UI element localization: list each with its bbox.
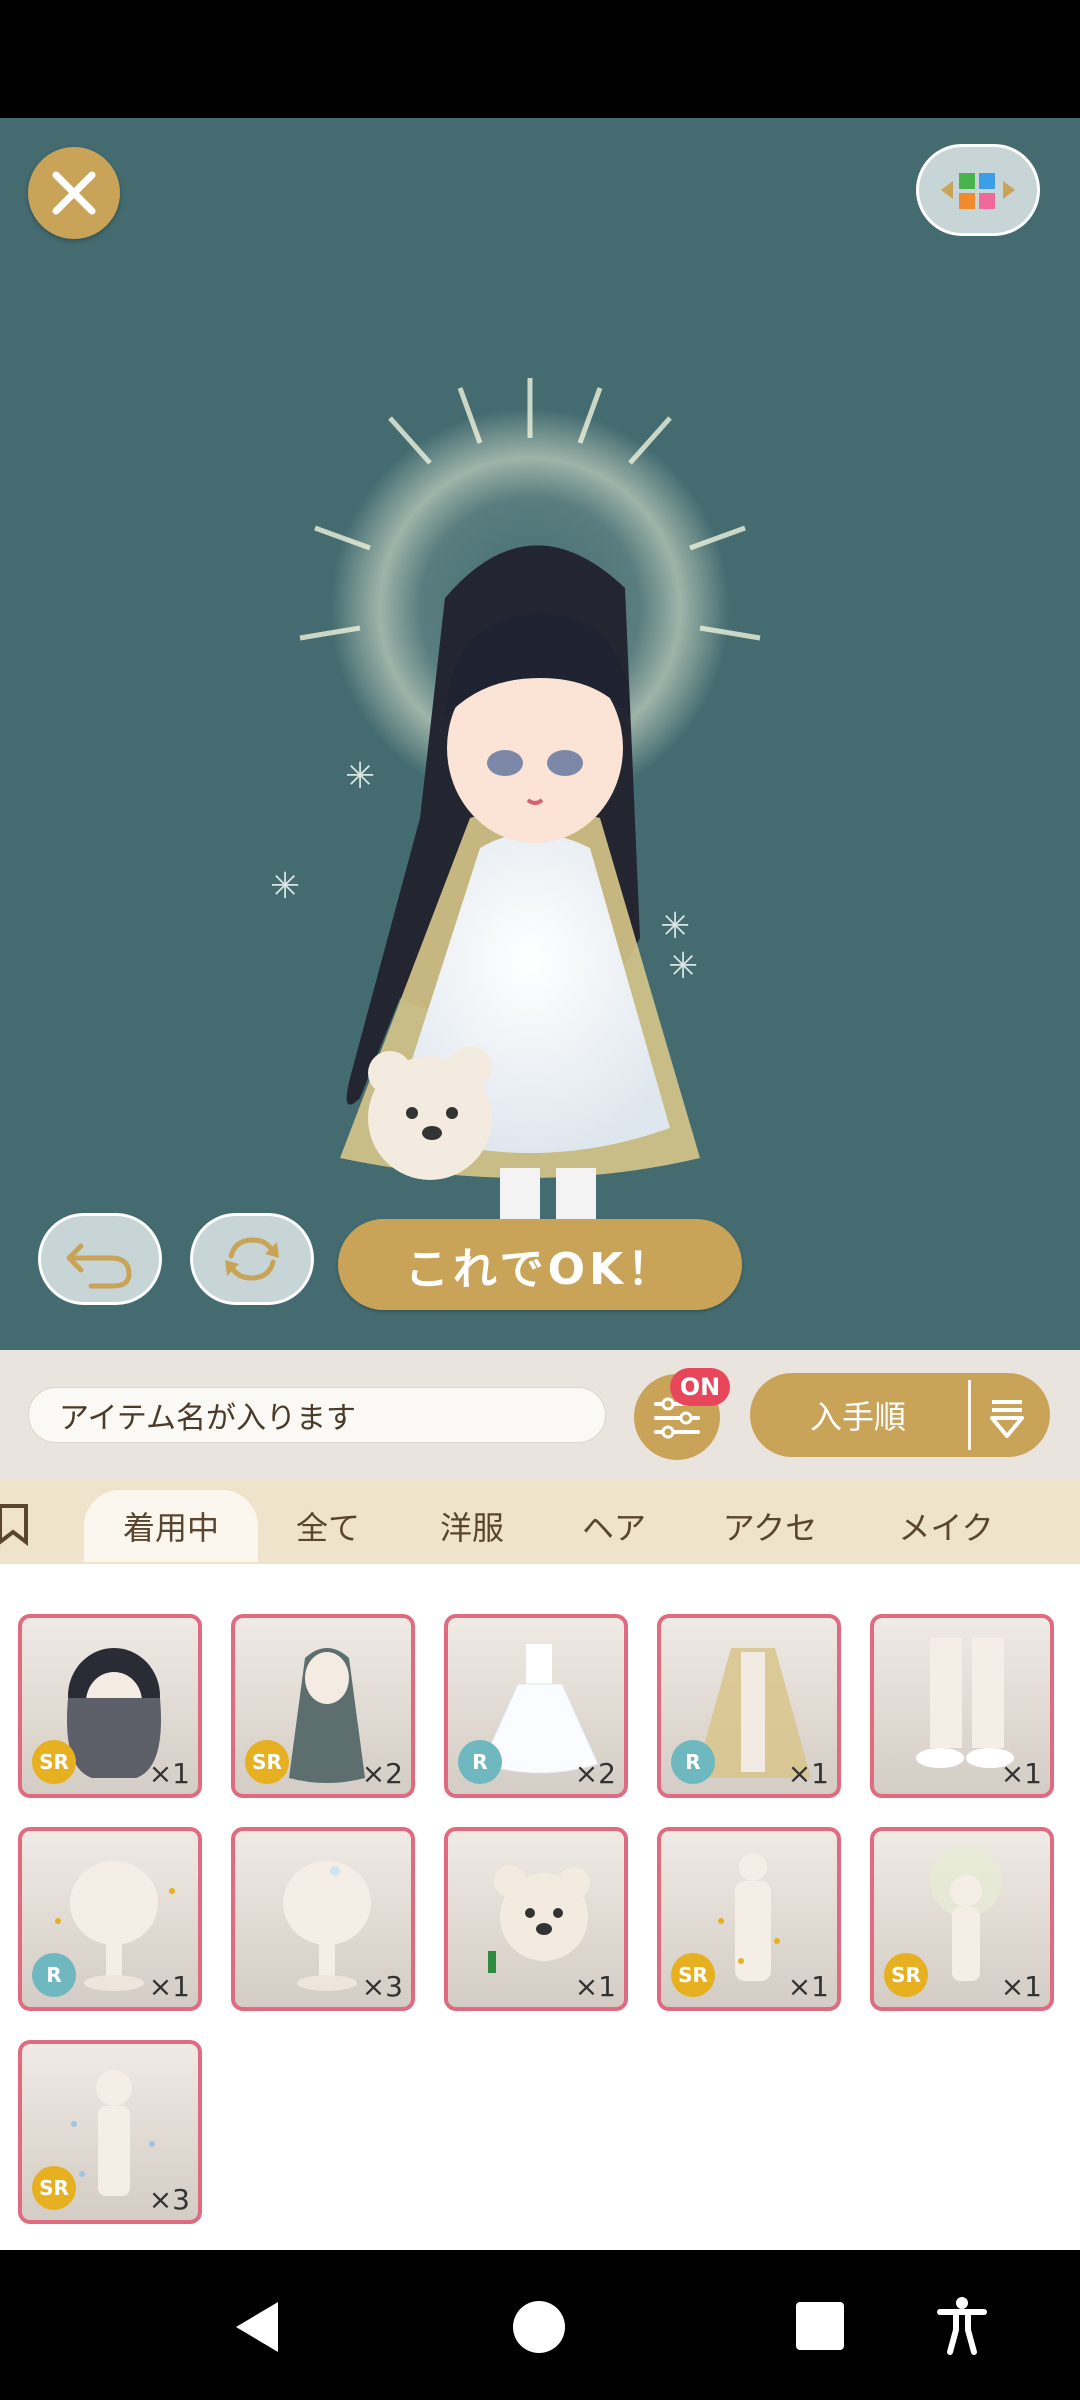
close-icon xyxy=(52,171,96,215)
tab-makeup[interactable]: メイク xyxy=(876,1490,1016,1562)
recents-icon[interactable] xyxy=(796,2302,844,2350)
refresh-icon xyxy=(225,1237,279,1281)
sort-label: 入手順 xyxy=(809,1398,906,1436)
rarity-badge: SR xyxy=(884,1953,928,1997)
bookmark-icon[interactable] xyxy=(0,1502,32,1548)
home-icon[interactable] xyxy=(512,2300,566,2354)
item-count: ×1 xyxy=(148,1970,190,2003)
sort-order-icon[interactable] xyxy=(982,1392,1032,1442)
tab-clothes[interactable]: 洋服 xyxy=(420,1490,524,1562)
rarity-badge: R xyxy=(671,1740,715,1784)
rarity-badge: SR xyxy=(32,1740,76,1784)
tab-hair[interactable]: ヘア xyxy=(562,1490,666,1562)
filter-on-badge: ON xyxy=(670,1368,730,1406)
item-count: ×1 xyxy=(574,1970,616,2003)
status-bar xyxy=(0,0,1080,118)
svg-text:✳: ✳ xyxy=(345,756,375,797)
view-toggle-button[interactable] xyxy=(916,144,1040,236)
item-count: ×1 xyxy=(787,1970,829,2003)
svg-text:✳: ✳ xyxy=(668,946,698,987)
item-card[interactable]: SR ×2 xyxy=(231,1614,415,1798)
item-count: ×2 xyxy=(574,1757,616,1790)
rarity-badge: SR xyxy=(245,1740,289,1784)
close-button[interactable] xyxy=(28,147,120,239)
item-count: ×1 xyxy=(1000,1970,1042,2003)
sort-divider xyxy=(968,1380,971,1450)
back-icon[interactable] xyxy=(232,2300,282,2354)
item-card[interactable]: SR ×1 xyxy=(657,1827,841,2011)
avatar-illustration: ✳ ✳ ✳ ✳ xyxy=(270,378,761,1256)
item-card[interactable]: R ×2 xyxy=(444,1614,628,1798)
tab-accessories[interactable]: アクセ xyxy=(700,1490,840,1562)
rarity-badge: SR xyxy=(32,2166,76,2210)
tab-wearing[interactable]: 着用中 xyxy=(84,1490,258,1562)
reset-button[interactable] xyxy=(190,1213,314,1305)
undo-button[interactable] xyxy=(38,1213,162,1305)
item-card[interactable]: SR ×3 xyxy=(18,2040,202,2224)
item-card[interactable]: R ×1 xyxy=(657,1614,841,1798)
ok-button[interactable]: これでOK！ xyxy=(338,1219,742,1310)
item-count: ×1 xyxy=(787,1757,829,1790)
accessibility-icon[interactable] xyxy=(936,2296,988,2356)
avatar-stage: ✳ ✳ ✳ ✳ xyxy=(0,118,1080,1350)
rarity-badge: R xyxy=(458,1740,502,1784)
rarity-badge: SR xyxy=(671,1953,715,1997)
item-count: ×3 xyxy=(361,1970,403,2003)
svg-text:✳: ✳ xyxy=(270,866,300,907)
item-card[interactable]: R ×1 xyxy=(18,1827,202,2011)
item-card[interactable]: ×3 xyxy=(231,1827,415,2011)
item-card[interactable]: SR ×1 xyxy=(870,1827,1054,2011)
grid-switch-icon xyxy=(941,173,1015,209)
item-count: ×2 xyxy=(361,1757,403,1790)
search-input[interactable]: アイテム名が入ります xyxy=(28,1387,606,1443)
tab-all[interactable]: 全て xyxy=(276,1490,380,1562)
item-card[interactable]: SR ×1 xyxy=(18,1614,202,1798)
item-card[interactable]: ×1 xyxy=(444,1827,628,2011)
item-card[interactable]: ×1 xyxy=(870,1614,1054,1798)
item-count: ×1 xyxy=(148,1757,190,1790)
rarity-badge: R xyxy=(32,1953,76,1997)
svg-text:✳: ✳ xyxy=(660,906,690,947)
item-count: ×3 xyxy=(148,2183,190,2216)
item-count: ×1 xyxy=(1000,1757,1042,1790)
undo-icon xyxy=(66,1243,132,1289)
